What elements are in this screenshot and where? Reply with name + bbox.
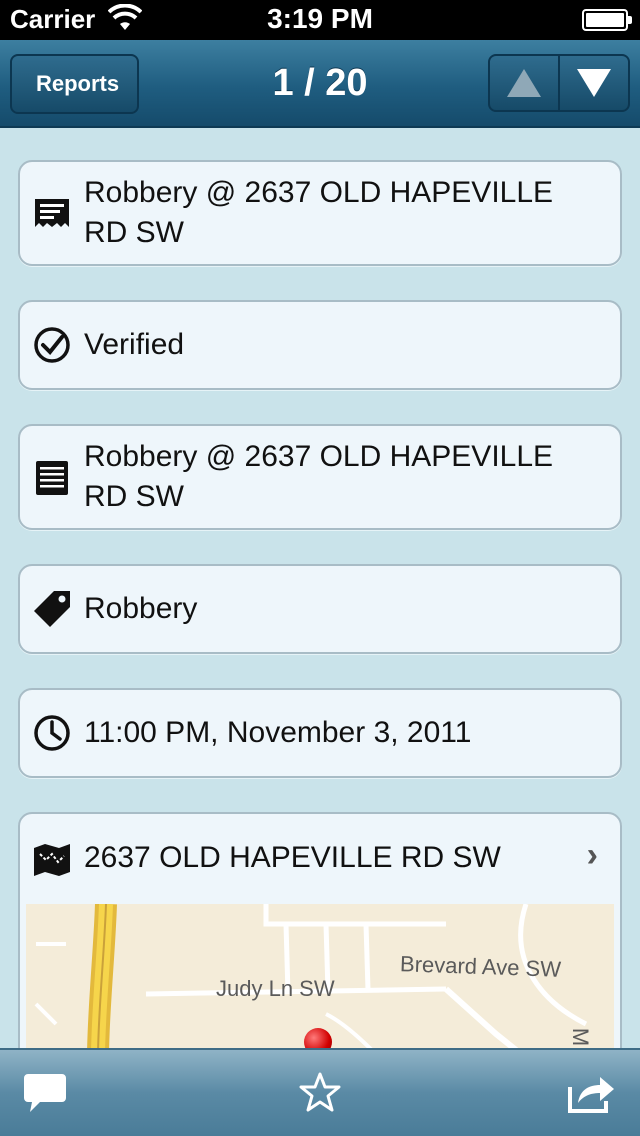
previous-report-button[interactable] bbox=[490, 56, 558, 110]
description-cell: Robbery @ 2637 OLD HAPEVILLE RD SW bbox=[18, 424, 622, 530]
check-circle-icon bbox=[32, 325, 72, 365]
report-description: Robbery @ 2637 OLD HAPEVILLE RD SW bbox=[84, 440, 554, 513]
title-cell: Robbery @ 2637 OLD HAPEVILLE RD SW bbox=[18, 160, 622, 266]
map-icon bbox=[32, 840, 72, 880]
report-date: 11:00 PM, November 3, 2011 bbox=[84, 716, 472, 749]
location-address: 2637 OLD HAPEVILLE RD SW bbox=[84, 841, 501, 874]
navigation-bar: Reports 1 / 20 bbox=[0, 40, 640, 128]
map-pin-icon[interactable] bbox=[304, 1028, 332, 1048]
share-icon bbox=[568, 1077, 614, 1113]
status-cell: Verified bbox=[18, 300, 622, 390]
tag-icon bbox=[32, 589, 72, 629]
share-button[interactable] bbox=[566, 1068, 616, 1118]
clock-icon bbox=[32, 713, 72, 753]
map-street-label: M bbox=[568, 1027, 594, 1047]
comment-icon bbox=[24, 1074, 66, 1112]
notepad-icon bbox=[32, 457, 72, 497]
category-cell: Robbery bbox=[18, 564, 622, 654]
next-report-button[interactable] bbox=[558, 56, 628, 110]
date-cell: 11:00 PM, November 3, 2011 bbox=[18, 688, 622, 778]
location-cell[interactable]: 2637 OLD HAPEVILLE RD SW › Brevard Ave S… bbox=[18, 812, 622, 1048]
star-icon bbox=[299, 1072, 341, 1112]
report-category: Robbery bbox=[84, 592, 198, 625]
map-street-label: Brevard Ave SW bbox=[399, 951, 562, 982]
map-street-label: Judy Ln SW bbox=[216, 976, 335, 1001]
favorite-button[interactable] bbox=[295, 1068, 345, 1118]
report-title: Robbery @ 2637 OLD HAPEVILLE RD SW bbox=[84, 176, 554, 249]
arrow-down-icon bbox=[577, 69, 611, 97]
chevron-right-icon: › bbox=[586, 836, 598, 874]
pager-control bbox=[488, 54, 630, 112]
comment-button[interactable] bbox=[20, 1068, 70, 1118]
location-map[interactable]: Brevard Ave SW Judy Ln SW M bbox=[26, 904, 614, 1048]
report-detail: Robbery @ 2637 OLD HAPEVILLE RD SW Verif… bbox=[0, 130, 640, 1048]
verification-status: Verified bbox=[84, 328, 185, 361]
receipt-icon bbox=[32, 193, 72, 233]
arrow-up-icon bbox=[507, 69, 541, 97]
clock-time: 3:19 PM bbox=[267, 3, 373, 34]
battery-icon bbox=[582, 9, 632, 31]
status-bar: Carrier 3:19 PM bbox=[0, 0, 640, 40]
bottom-toolbar bbox=[0, 1048, 640, 1136]
